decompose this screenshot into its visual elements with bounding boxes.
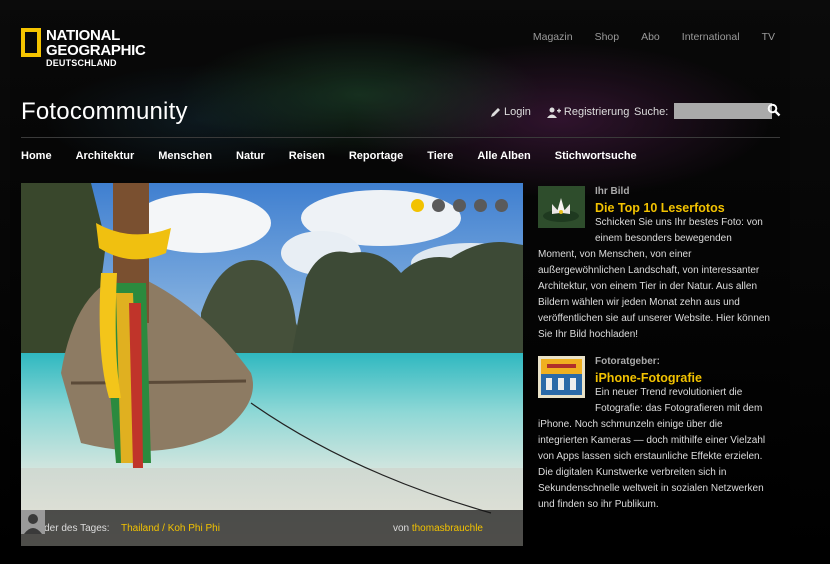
nav-reisen[interactable]: Reisen [289,150,325,162]
slide-dot-3[interactable] [453,199,466,212]
teaser-line: iPhone. Noch schmunzeln einige über die [538,419,723,430]
slideshow-dots [411,199,508,212]
photo-caption-bar: Bilder des Tages: Thailand / Koh Phi Phi… [21,510,523,546]
teaser-line: Die digitalen Kunstwerke verbreiten sich… [538,467,727,478]
teaser-line: Moment, von Menschen, von einer [538,249,692,260]
teaser-heading[interactable]: iPhone-Fotografie [595,371,702,385]
teaser-line: und finden so ihr Publikum. [538,499,659,510]
teaser-line: Schicken Sie uns Ihr bestes Foto: von [595,217,763,228]
topnav-tv[interactable]: TV [762,31,775,43]
add-user-icon [546,107,561,118]
nav-home[interactable]: Home [21,150,52,162]
logo-line-1: NATIONAL [46,27,120,44]
teaser-line: Ein neuer Trend revolutioniert die [595,387,743,398]
teaser-kicker: Fotoratgeber: [595,356,660,367]
nav-architektur[interactable]: Architektur [76,150,135,162]
author-prefix: von [392,523,410,534]
logo-line-3: DEUTSCHLAND [46,58,117,68]
slide-dot-1[interactable] [411,199,424,212]
page-title: Fotocommunity [21,98,188,125]
nav-tiere[interactable]: Tiere [427,150,453,162]
search-label: Suche: [634,106,669,118]
search-input[interactable] [674,103,772,119]
teaser-line: Bildern wählen wir jeden Monat zehn aus … [538,297,740,308]
register-label: Registrierung [563,106,630,118]
teaser-line: von Apps lassen sich erstaunliche Effekt… [538,451,763,462]
author-link[interactable]: thomasbrauchle [412,523,483,534]
nav-stichwortsuche[interactable]: Stichwortsuche [555,150,637,162]
header-divider [21,137,780,138]
topnav-magazin[interactable]: Magazin [533,31,573,43]
teaser-line: Fotografie: das Fotografieren mit dem [595,403,763,414]
teaser-line: außergewöhnlichen Landschaft, von intere… [538,265,760,276]
nav-menschen[interactable]: Menschen [158,150,212,162]
main-nav: Home Architektur Menschen Natur Reisen R… [21,150,661,162]
slide-dot-2[interactable] [432,199,445,212]
nav-reportage[interactable]: Reportage [349,150,403,162]
logo-text: NATIONAL GEOGRAPHIC DEUTSCHLAND [46,28,146,68]
nav-alle-alben[interactable]: Alle Alben [477,150,530,162]
login-label: Login [504,106,531,118]
teaser-line: integrierten Kameras — doch mithilfe ein… [538,435,766,446]
nav-natur[interactable]: Natur [236,150,265,162]
teaser-line: Architektur, von einem Tier in der Natur… [538,281,757,292]
topnav-abo[interactable]: Abo [641,31,660,43]
topnav-international[interactable]: International [682,31,740,43]
hero-slideshow[interactable]: Bilder des Tages: Thailand / Koh Phi Phi… [21,183,523,546]
logo[interactable]: NATIONAL GEOGRAPHIC DEUTSCHLAND [21,28,146,68]
author-avatar[interactable] [21,510,45,534]
teaser-kicker: Ihr Bild [595,186,630,197]
teaser-line: Sie Ihr Bild hochladen! [538,329,639,340]
caption-link[interactable]: Thailand / Koh Phi Phi [121,523,220,534]
pencil-icon [491,107,500,117]
search-icon[interactable] [767,103,781,117]
teaser-line: Sekundenschnelle weltweit in sozialen Ne… [538,483,764,494]
page: NATIONAL GEOGRAPHIC DEUTSCHLAND Magazin … [0,0,830,564]
caption-author: von thomasbrauchle [393,523,483,534]
account-links: Login Registrierung [490,106,629,118]
slide-dot-5[interactable] [495,199,508,212]
teaser-text: Schicken Sie uns Ihr bestes Foto: von ei… [538,215,770,343]
teaser-line: einem besonders bewegenden [595,233,732,244]
teaser-heading[interactable]: Die Top 10 Leserfotos [595,201,725,215]
register-link[interactable]: Registrierung [546,106,630,118]
logo-line-2: GEOGRAPHIC [46,42,146,59]
topnav-shop[interactable]: Shop [595,31,620,43]
hero-photo [21,183,523,546]
top-nav: Magazin Shop Abo International TV [533,31,775,43]
slide-dot-4[interactable] [474,199,487,212]
logo-frame-icon [21,28,41,57]
teaser-text: Ein neuer Trend revolutioniert die Fotog… [538,385,765,513]
teaser-line: veröffentlichen sie auf unserer Website.… [538,313,770,324]
login-link[interactable]: Login [490,106,531,118]
